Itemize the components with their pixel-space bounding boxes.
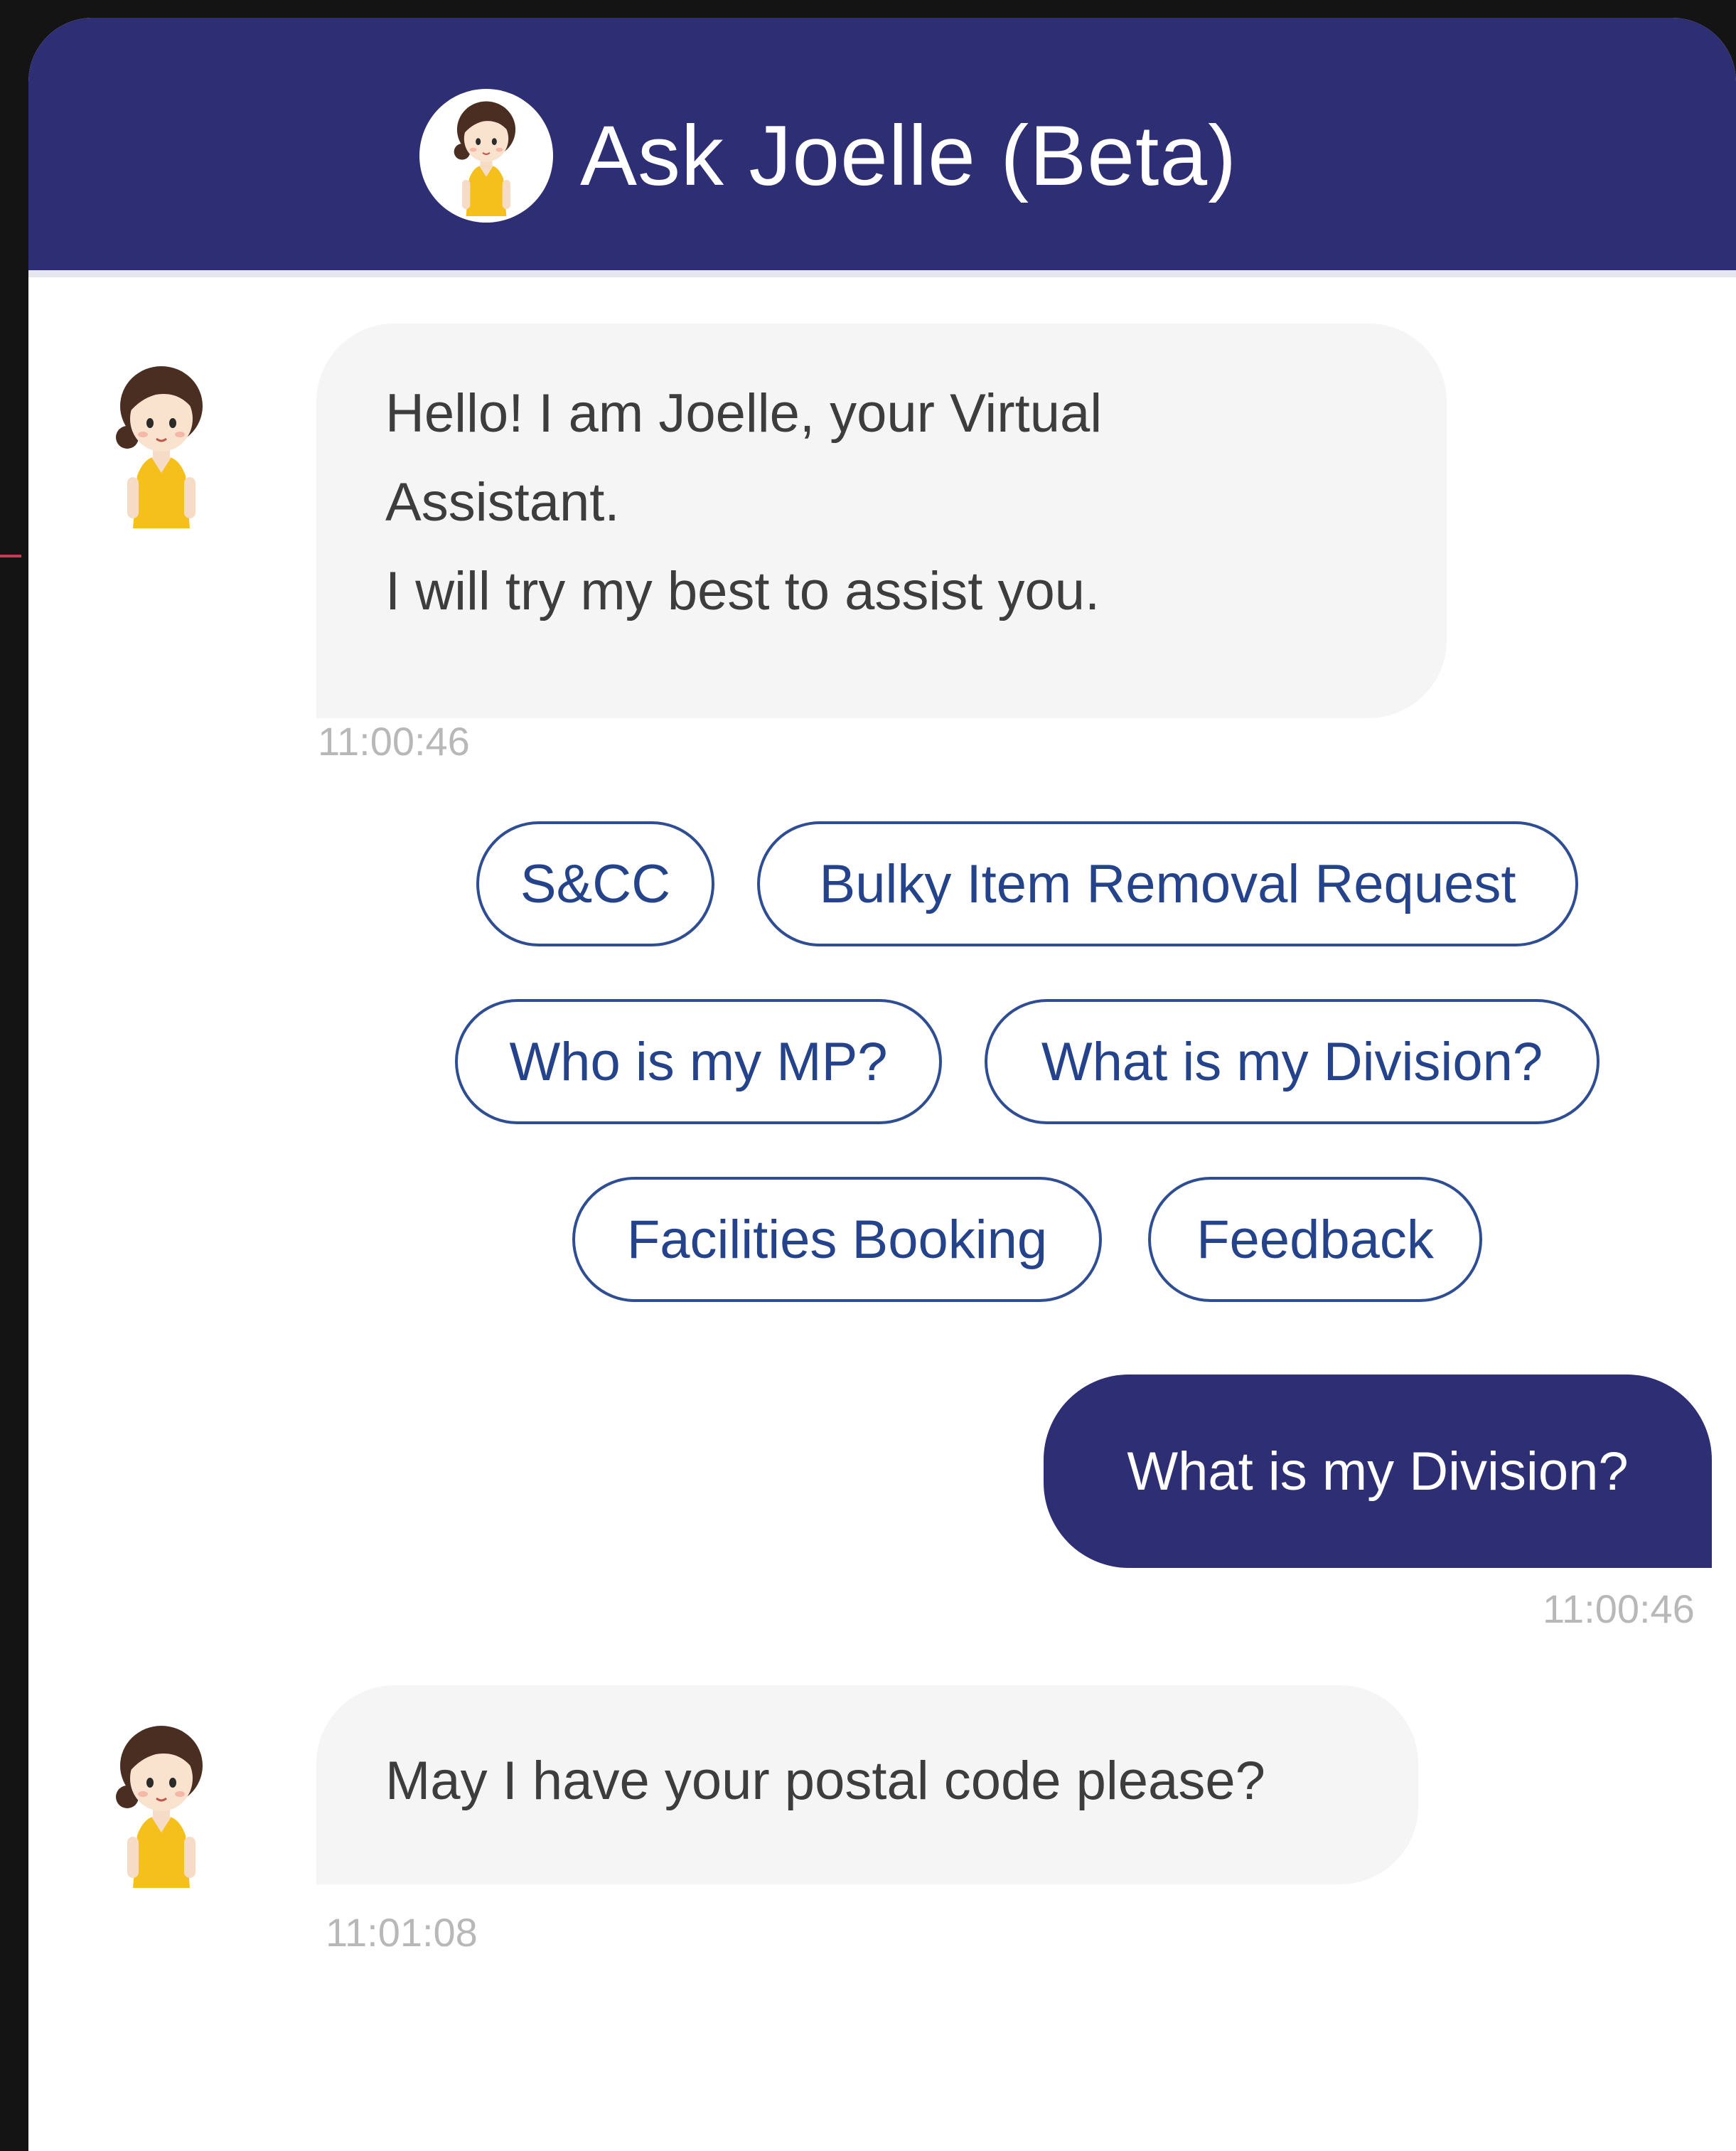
message-line: I will try my best to assist you. [385,561,1100,621]
chat-header: Ask Joelle (Beta) [28,18,1736,277]
quick-reply-feedback[interactable]: Feedback [1148,1177,1482,1302]
message-line: May I have your postal code please? [385,1751,1265,1811]
quick-reply-bulky-item-removal[interactable]: Bulky Item Removal Request [757,821,1578,946]
message-timestamp: 11:01:08 [326,1910,478,1955]
quick-reply-facilities-booking[interactable]: Facilities Booking [572,1177,1102,1302]
chat-window: Ask Joelle (Beta) Hello! I am Joelle, yo… [28,18,1736,2151]
bot-avatar-icon [112,358,211,528]
chat-title: Ask Joelle (Beta) [580,108,1238,203]
quick-reply-scc[interactable]: S&CC [476,821,714,946]
quick-reply-what-is-my-division[interactable]: What is my Division? [985,999,1600,1124]
bot-message-bubble: Hello! I am Joelle, your Virtual Assista… [316,324,1447,718]
user-message-bubble: What is my Division? [1044,1375,1712,1568]
backdrop-accent-line [0,555,21,557]
message-timestamp: 11:00:46 [318,719,470,764]
message-line: Assistant. [385,472,620,533]
bot-avatar-icon [112,1717,211,1888]
header-title-group: Ask Joelle (Beta) [419,89,1237,223]
message-timestamp: 11:00:46 [1543,1586,1695,1631]
bot-message-bubble: May I have your postal code please? [316,1685,1418,1884]
quick-reply-who-is-my-mp[interactable]: Who is my MP? [455,999,942,1124]
assistant-avatar-icon [419,89,553,223]
message-line: Hello! I am Joelle, your Virtual [385,383,1103,444]
